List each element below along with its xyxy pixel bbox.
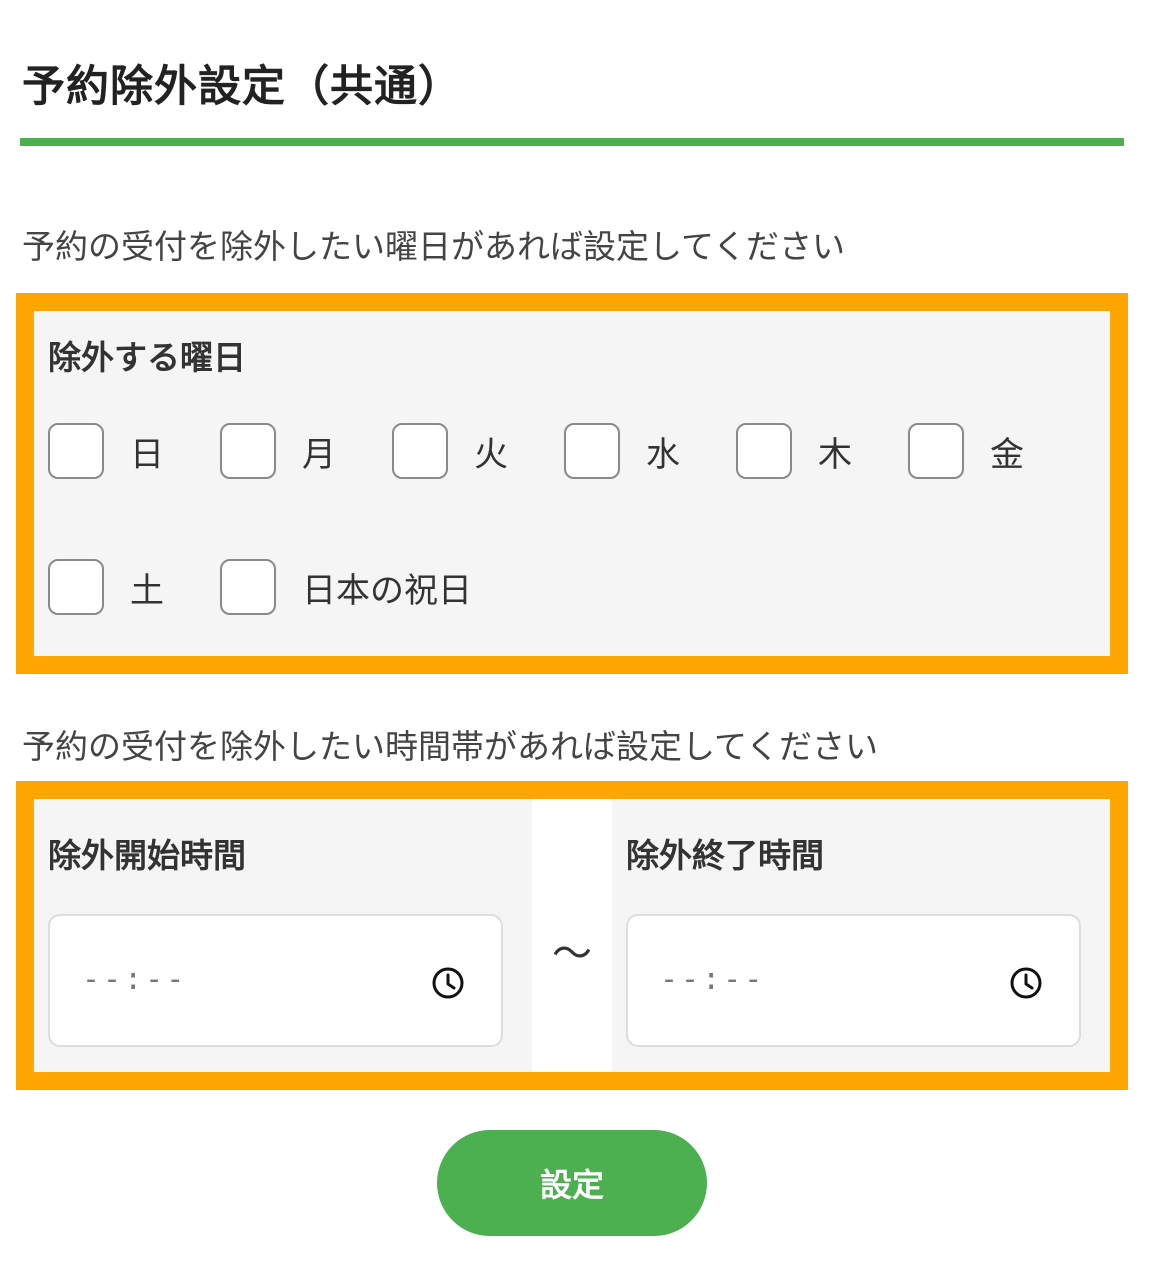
checkbox-wednesday[interactable]: [564, 423, 620, 479]
time-instruction: 予約の受付を除外したい時間帯があれば設定してください: [22, 727, 879, 766]
excluded-days-label: 除外する曜日: [48, 338, 246, 377]
day-option-label: 日本の祝日: [302, 570, 472, 611]
day-option-sunday[interactable]: 日: [48, 423, 164, 479]
day-option-wednesday[interactable]: 水: [564, 423, 680, 479]
day-option-tuesday[interactable]: 火: [392, 423, 508, 479]
day-option-label: 火: [474, 434, 508, 475]
start-time-placeholder: --:--: [82, 962, 188, 997]
day-option-friday[interactable]: 金: [908, 423, 1024, 479]
checkbox-monday[interactable]: [220, 423, 276, 479]
excluded-time-panel: 除外開始時間 --:-- 〜 除外終了時間 --:--: [16, 781, 1128, 1090]
day-option-monday[interactable]: 月: [220, 423, 336, 479]
start-time-group: 除外開始時間 --:--: [34, 799, 532, 1072]
excluded-days-panel: 除外する曜日 日 月 火 水 木 金 土 日本の祝日: [16, 293, 1128, 674]
checkbox-holiday[interactable]: [220, 559, 276, 615]
page-title: 予約除外設定（共通）: [22, 62, 462, 112]
title-divider: [20, 138, 1124, 146]
start-time-label: 除外開始時間: [48, 836, 246, 875]
day-option-saturday[interactable]: 土: [48, 559, 164, 615]
checkbox-saturday[interactable]: [48, 559, 104, 615]
day-option-label: 土: [130, 570, 164, 611]
checkbox-thursday[interactable]: [736, 423, 792, 479]
day-option-label: 水: [646, 434, 680, 475]
start-time-input[interactable]: --:--: [48, 914, 503, 1047]
submit-button[interactable]: 設定: [437, 1130, 707, 1236]
day-option-label: 日: [130, 434, 164, 475]
day-option-holiday[interactable]: 日本の祝日: [220, 559, 472, 615]
checkbox-sunday[interactable]: [48, 423, 104, 479]
day-option-label: 木: [818, 434, 852, 475]
end-time-input[interactable]: --:--: [626, 914, 1081, 1047]
day-option-label: 金: [990, 434, 1024, 475]
time-separator: 〜: [532, 799, 612, 1072]
checkbox-friday[interactable]: [908, 423, 964, 479]
end-time-group: 除外終了時間 --:--: [612, 799, 1110, 1072]
day-option-thursday[interactable]: 木: [736, 423, 852, 479]
range-tilde: 〜: [552, 931, 592, 977]
end-time-label: 除外終了時間: [626, 836, 824, 875]
checkbox-tuesday[interactable]: [392, 423, 448, 479]
days-instruction: 予約の受付を除外したい曜日があれば設定してください: [22, 227, 846, 266]
day-option-label: 月: [302, 434, 336, 475]
clock-icon[interactable]: [1009, 966, 1043, 1000]
end-time-placeholder: --:--: [660, 962, 766, 997]
clock-icon[interactable]: [431, 966, 465, 1000]
